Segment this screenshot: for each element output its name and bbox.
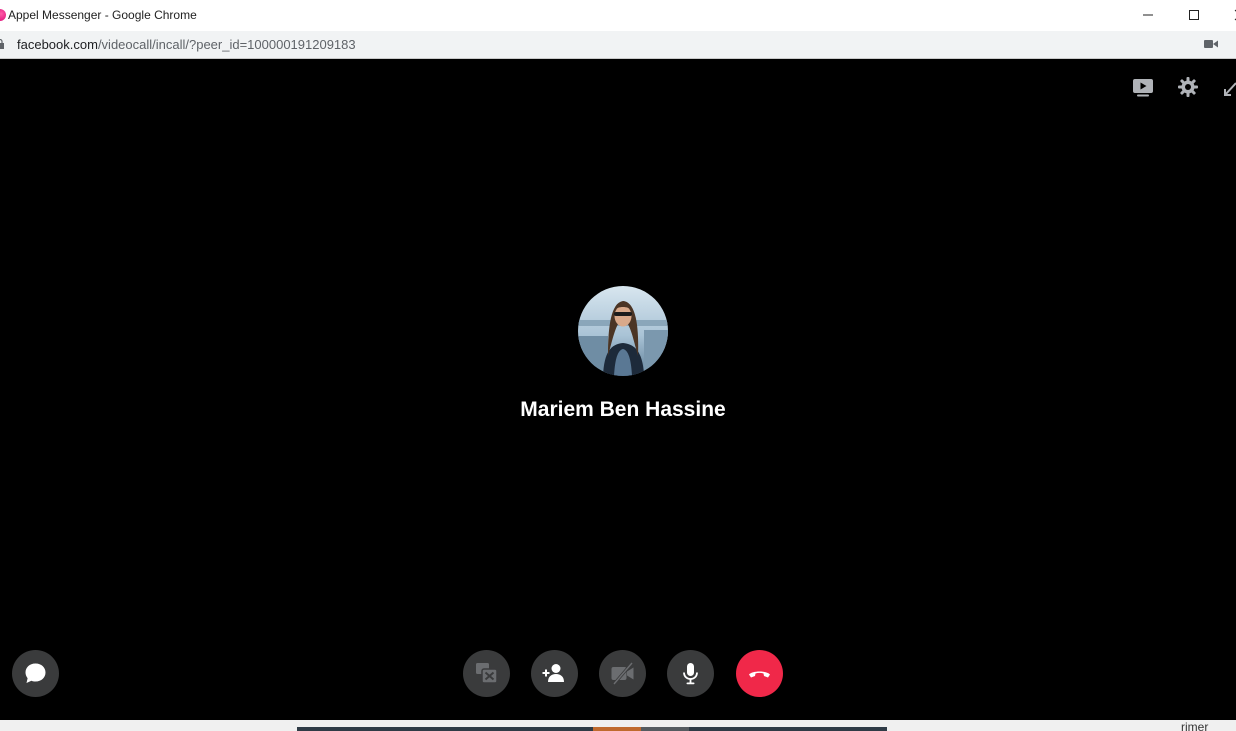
video-off-icon xyxy=(611,662,634,685)
minimize-button[interactable] xyxy=(1125,0,1171,31)
microphone-icon xyxy=(683,663,698,685)
taskbar-segment xyxy=(593,727,641,731)
picture-in-picture-icon xyxy=(1133,79,1153,97)
chat-icon xyxy=(25,663,46,683)
camera-in-use-icon[interactable] xyxy=(1204,39,1218,49)
settings-button[interactable] xyxy=(1176,75,1200,99)
end-call-button[interactable] xyxy=(736,650,783,697)
minimize-icon xyxy=(1143,14,1153,16)
url-path: /videocall/incall/?peer_id=1000001912091… xyxy=(97,37,356,52)
taskbar-remnant xyxy=(0,720,1236,731)
gear-icon xyxy=(1178,77,1198,97)
caller-name: Mariem Ben Hassine xyxy=(520,398,726,421)
screen-share-button[interactable] xyxy=(463,650,510,697)
address-bar[interactable]: facebook.com/videocall/incall/?peer_id=1… xyxy=(0,31,1236,59)
taskbar-segment xyxy=(297,727,593,731)
picture-in-picture-button[interactable] xyxy=(1131,75,1155,99)
close-window-button[interactable] xyxy=(1217,0,1236,31)
browser-window: Appel Messenger - Google Chrome facebook… xyxy=(0,0,1236,731)
toggle-video-button[interactable] xyxy=(599,650,646,697)
end-call-icon xyxy=(749,671,770,678)
screen-share-off-icon xyxy=(476,663,498,684)
video-call-area: Mariem Ben Hassine xyxy=(0,59,1236,720)
url-text[interactable]: facebook.com/videocall/incall/?peer_id=1… xyxy=(17,37,356,52)
add-person-button[interactable] xyxy=(531,650,578,697)
fullscreen-button[interactable] xyxy=(1222,75,1236,99)
caller-avatar xyxy=(578,286,668,376)
title-bar: Appel Messenger - Google Chrome xyxy=(0,0,1236,32)
chat-button[interactable] xyxy=(12,650,59,697)
maximize-button[interactable] xyxy=(1171,0,1217,31)
fullscreen-icon xyxy=(1224,82,1236,96)
taskbar-segment xyxy=(689,727,887,731)
toggle-microphone-button[interactable] xyxy=(667,650,714,697)
url-host: facebook.com xyxy=(17,37,98,52)
window-title: Appel Messenger - Google Chrome xyxy=(8,8,197,22)
lock-icon xyxy=(0,39,4,49)
messenger-app-icon xyxy=(0,9,6,21)
add-person-icon xyxy=(542,664,564,682)
taskbar-partial-text: rimer xyxy=(1181,720,1209,731)
taskbar-segment xyxy=(641,727,689,731)
maximize-icon xyxy=(1189,10,1199,20)
